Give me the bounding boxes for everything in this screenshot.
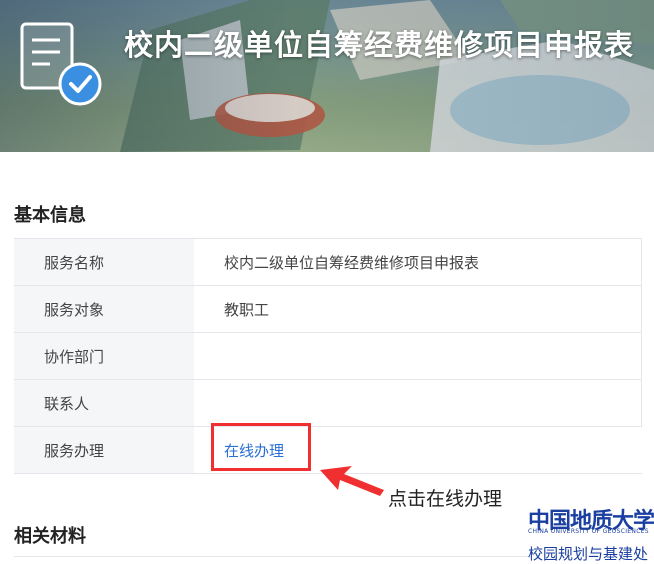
- row-label: 服务名称: [14, 238, 194, 286]
- basic-info-table: 服务名称 校内二级单位自筹经费维修项目申报表 服务对象 教职工 协作部门 联系人…: [14, 238, 642, 474]
- table-row: 服务名称 校内二级单位自筹经费维修项目申报表: [14, 238, 642, 286]
- row-label: 联系人: [14, 379, 194, 427]
- row-value: [194, 379, 642, 427]
- divider: [14, 556, 529, 557]
- row-value: [194, 332, 642, 380]
- section-title-related-materials: 相关材料: [14, 526, 86, 547]
- table-row: 协作部门: [14, 332, 642, 380]
- row-label: 服务办理: [14, 426, 194, 474]
- department-name: 校园规划与基建处: [528, 545, 649, 563]
- table-row: 服务对象 教职工: [14, 285, 642, 333]
- row-value: 教职工: [194, 285, 642, 333]
- header-banner: 校内二级单位自筹经费维修项目申报表: [0, 0, 654, 152]
- university-logo-english: CHINA UNIVERSITY OF GEOSCIENCES: [528, 528, 649, 535]
- annotation-text: 点击在线办理: [388, 488, 503, 510]
- pointer-arrow-icon: [320, 466, 384, 496]
- section-title-basic-info: 基本信息: [14, 205, 86, 226]
- row-label: 服务对象: [14, 285, 194, 333]
- row-label: 协作部门: [14, 332, 194, 380]
- page-title: 校内二级单位自筹经费维修项目申报表: [124, 28, 635, 62]
- row-value: 校内二级单位自筹经费维修项目申报表: [194, 238, 642, 286]
- table-row: 联系人: [14, 379, 642, 427]
- highlight-box: [211, 423, 311, 471]
- document-check-icon: [14, 22, 106, 112]
